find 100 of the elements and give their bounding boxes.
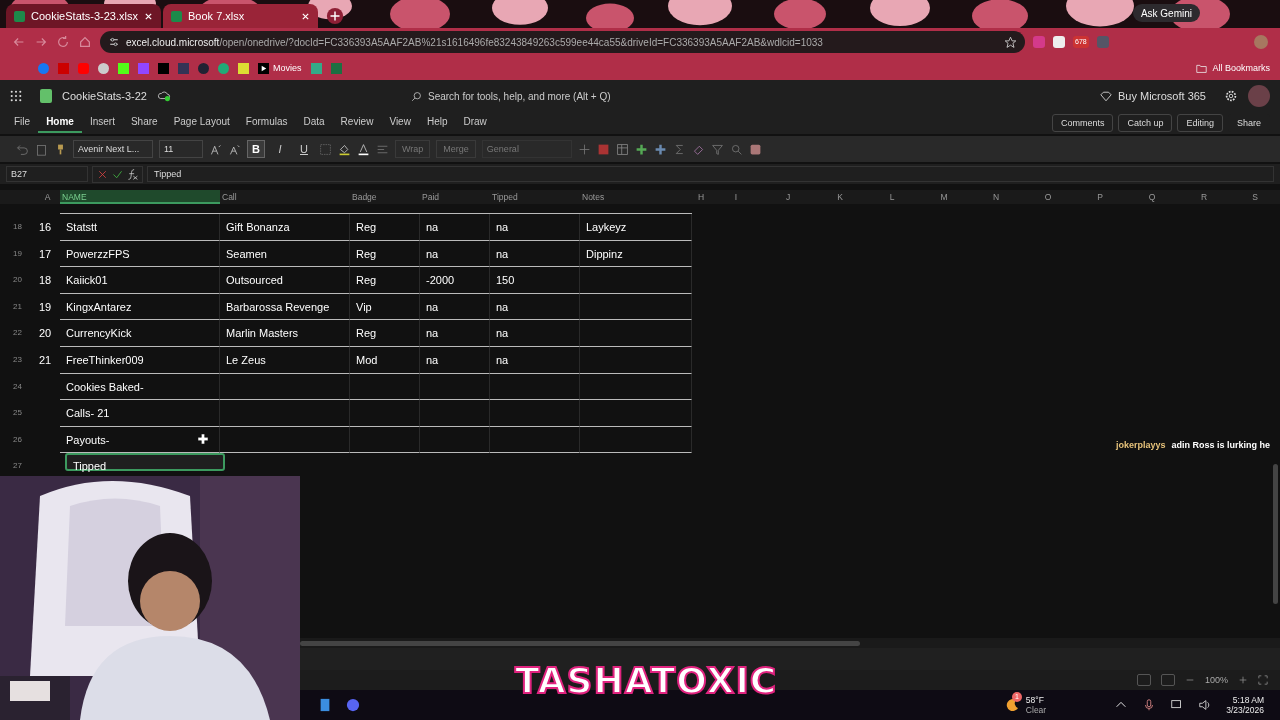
column-header[interactable]: S: [1230, 190, 1280, 204]
font-size-dropdown[interactable]: 11: [159, 140, 203, 158]
row-number[interactable]: 24: [0, 373, 35, 401]
insert-icon[interactable]: [634, 142, 648, 156]
row-number[interactable]: 19: [0, 240, 35, 268]
address-bar[interactable]: excel.cloud.microsoft/open/onedrive/?docId=FC336393A5AAF2AB%21s1616496fe83243849263c599ee44ca55&driveId=FC336393A5AAF2AB&wdlcid=1033: [100, 31, 1025, 53]
column-header[interactable]: H: [692, 190, 710, 204]
status-icon[interactable]: [1160, 674, 1175, 686]
bookmark-icon[interactable]: [310, 62, 322, 74]
ribbon-tab[interactable]: Share: [122, 113, 166, 133]
table-cell[interactable]: Tipped: [65, 453, 225, 472]
row-number[interactable]: 21: [0, 293, 35, 321]
browser-tab[interactable]: CookieStats-3-23.xlsx: [6, 4, 161, 28]
ribbon-tab[interactable]: Draw: [455, 113, 495, 133]
profile-avatar[interactable]: [1248, 85, 1270, 107]
ribbon-tab[interactable]: Page Layout: [165, 113, 238, 133]
row-number[interactable]: 25: [0, 400, 35, 427]
ribbon-tab[interactable]: Insert: [81, 113, 123, 133]
bookmark-icon[interactable]: [158, 62, 169, 74]
app-launcher-icon[interactable]: [10, 90, 22, 102]
format-button[interactable]: I: [271, 140, 289, 158]
column-header[interactable]: J: [762, 190, 814, 204]
name-box[interactable]: B27: [6, 166, 88, 182]
column-header[interactable]: Notes: [580, 190, 692, 204]
ask-gemini-button[interactable]: Ask Gemini: [1132, 4, 1200, 22]
font-color-icon[interactable]: [357, 142, 370, 156]
extension-icon[interactable]: [1053, 36, 1065, 48]
action-button[interactable]: Editing: [1177, 114, 1223, 132]
format-button[interactable]: U: [295, 140, 313, 158]
browser-tab[interactable]: Book 7.xlsx: [163, 4, 318, 28]
ribbon-tab[interactable]: View: [381, 113, 419, 133]
status-icon[interactable]: [1136, 674, 1151, 686]
home-icon[interactable]: [78, 35, 92, 49]
bookmark-icon[interactable]: [198, 62, 209, 74]
bookmark-icon[interactable]: [98, 62, 109, 74]
clock-date[interactable]: 3/23/2026: [1226, 705, 1264, 715]
formula-field[interactable]: Tipped: [147, 166, 1274, 182]
action-button[interactable]: Comments: [1051, 114, 1114, 132]
delete-icon[interactable]: [653, 142, 667, 156]
column-header[interactable]: Q: [1126, 190, 1178, 204]
fullscreen-icon[interactable]: [1258, 675, 1268, 685]
column-header[interactable]: M: [918, 190, 970, 204]
column-header[interactable]: L: [866, 190, 918, 204]
add-ins-icon[interactable]: [748, 142, 762, 156]
column-header[interactable]: R: [1178, 190, 1230, 204]
bookmark-icon[interactable]: [178, 62, 189, 74]
buy-link[interactable]: Buy Microsoft 365: [1099, 90, 1206, 102]
column-header[interactable]: Badge: [350, 190, 420, 204]
column-header[interactable]: A: [35, 190, 60, 204]
row-number[interactable]: 23: [0, 346, 35, 374]
document-title[interactable]: CookieStats-3-22: [62, 90, 147, 102]
row-number[interactable]: 22: [0, 320, 35, 347]
row-number[interactable]: 18: [0, 214, 35, 241]
wrap-button[interactable]: Wrap: [395, 140, 431, 158]
ribbon-tab[interactable]: Review: [332, 113, 382, 133]
clipboard-icon[interactable]: [35, 142, 48, 156]
column-header[interactable]: I: [710, 190, 762, 204]
row-number[interactable]: 27: [0, 453, 35, 480]
column-header[interactable]: Tipped: [490, 190, 580, 204]
font-name-dropdown[interactable]: Avenir Next L...: [73, 140, 153, 158]
site-settings-icon[interactable]: [108, 36, 120, 48]
action-button[interactable]: Catch up: [1118, 114, 1173, 132]
merge-button[interactable]: Merge: [436, 140, 476, 158]
search-field[interactable]: Search for tools, help, and more (Alt + Q): [411, 90, 658, 102]
ribbon-tab[interactable]: File: [10, 113, 39, 133]
decrease-font-icon[interactable]: [228, 142, 241, 156]
column-header[interactable]: O: [1022, 190, 1074, 204]
ribbon-tab[interactable]: Home: [38, 113, 82, 133]
new-tab-icon[interactable]: [326, 7, 344, 25]
table-icon[interactable]: [615, 142, 629, 156]
fill-color-icon[interactable]: [338, 142, 351, 156]
bookmark-icon[interactable]: [218, 62, 229, 74]
star-icon[interactable]: [1004, 35, 1017, 49]
function-icon[interactable]: [126, 167, 139, 181]
format-button[interactable]: B: [247, 140, 265, 158]
row-number[interactable]: 20: [0, 267, 35, 294]
forward-icon[interactable]: [34, 35, 48, 49]
row-number[interactable]: 26: [0, 426, 35, 454]
profile-avatar[interactable]: [1254, 35, 1268, 49]
zoom-dropdown[interactable]: 100%: [1204, 675, 1228, 685]
vertical-scrollbar[interactable]: [1273, 464, 1278, 604]
back-icon[interactable]: [12, 35, 26, 49]
column-header[interactable]: N: [970, 190, 1022, 204]
settings-icon[interactable]: [1224, 89, 1238, 103]
column-header[interactable]: P: [1074, 190, 1126, 204]
bookmark-icon[interactable]: [238, 62, 249, 74]
all-bookmarks-link[interactable]: All Bookmarks: [1196, 62, 1270, 74]
undo-icon[interactable]: [16, 142, 29, 156]
column-header[interactable]: Call: [220, 190, 350, 204]
clock-time[interactable]: 5:18 AM: [1232, 695, 1264, 705]
ribbon-tab[interactable]: Data: [295, 113, 333, 133]
increase-font-icon[interactable]: [209, 142, 222, 156]
conditional-format-icon[interactable]: [596, 142, 610, 156]
column-header[interactable]: NAME: [60, 190, 220, 204]
horizontal-scrollbar[interactable]: [300, 640, 860, 646]
reload-icon[interactable]: [56, 35, 70, 49]
search-icon[interactable]: [729, 142, 743, 156]
bookmark-link[interactable]: Movies: [258, 62, 302, 74]
ribbon-tab[interactable]: Formulas: [237, 113, 296, 133]
filter-icon[interactable]: [710, 142, 724, 156]
